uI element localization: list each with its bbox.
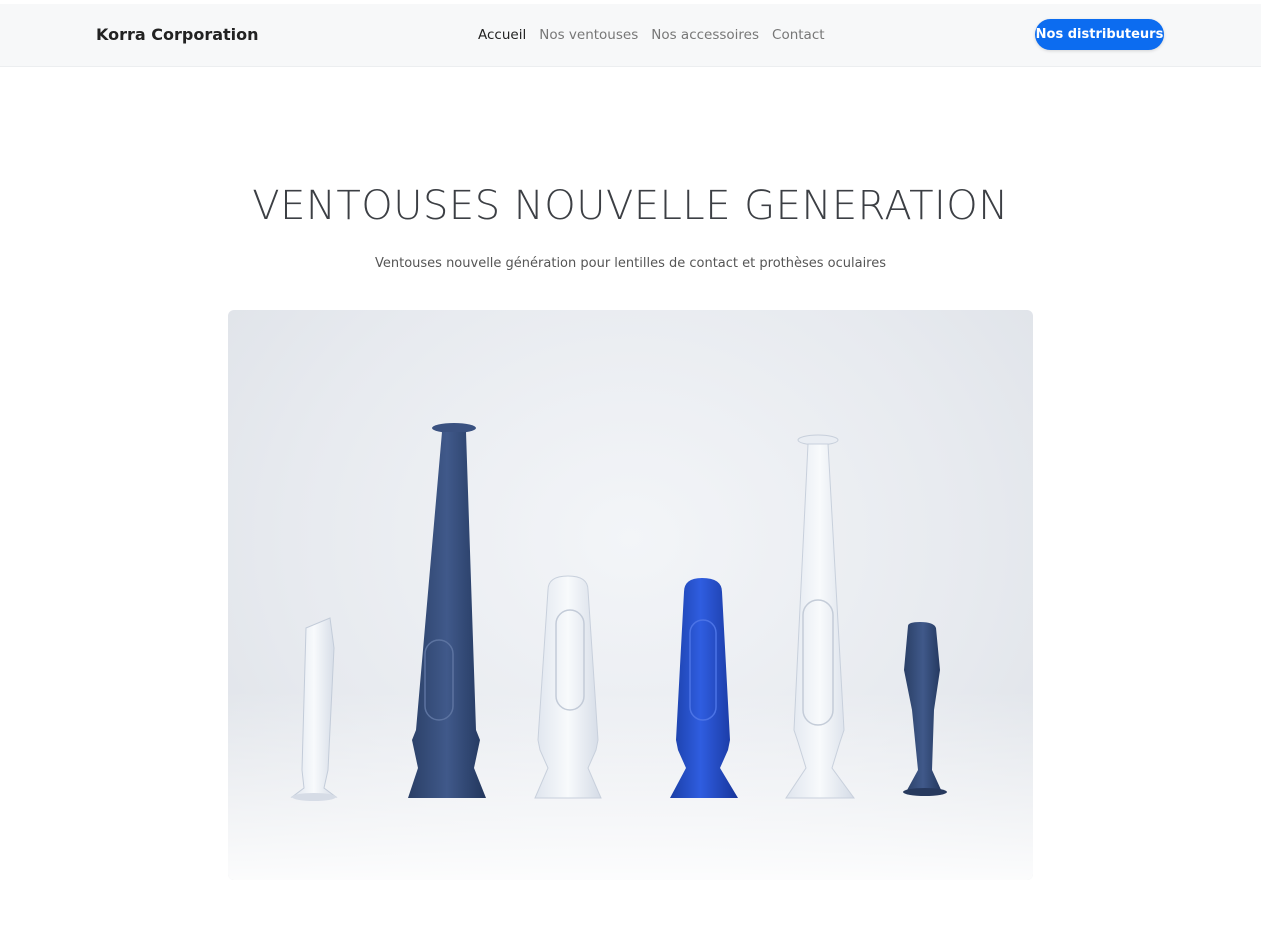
- page-subtitle: Ventouses nouvelle génération pour lenti…: [374, 256, 887, 271]
- hero-image: [228, 310, 1033, 880]
- nav-item-accueil[interactable]: Accueil: [478, 27, 526, 43]
- navbar: Korra Corporation Accueil Nos ventouses …: [0, 4, 1261, 67]
- main-nav: Accueil Nos ventouses Nos accessoires Co…: [478, 27, 825, 43]
- nav-item-ventouses[interactable]: Nos ventouses: [539, 27, 638, 43]
- distributors-button[interactable]: Nos distributeurs: [1035, 19, 1164, 50]
- page-title: VENTOUSES NOUVELLE GENERATION: [252, 183, 1009, 229]
- brand-logo[interactable]: Korra Corporation: [96, 25, 259, 44]
- suction-cups-photo: [228, 423, 1033, 880]
- nav-item-accessoires[interactable]: Nos accessoires: [651, 27, 759, 43]
- nav-item-contact[interactable]: Contact: [772, 27, 825, 43]
- navy-tall-cup: [408, 423, 486, 798]
